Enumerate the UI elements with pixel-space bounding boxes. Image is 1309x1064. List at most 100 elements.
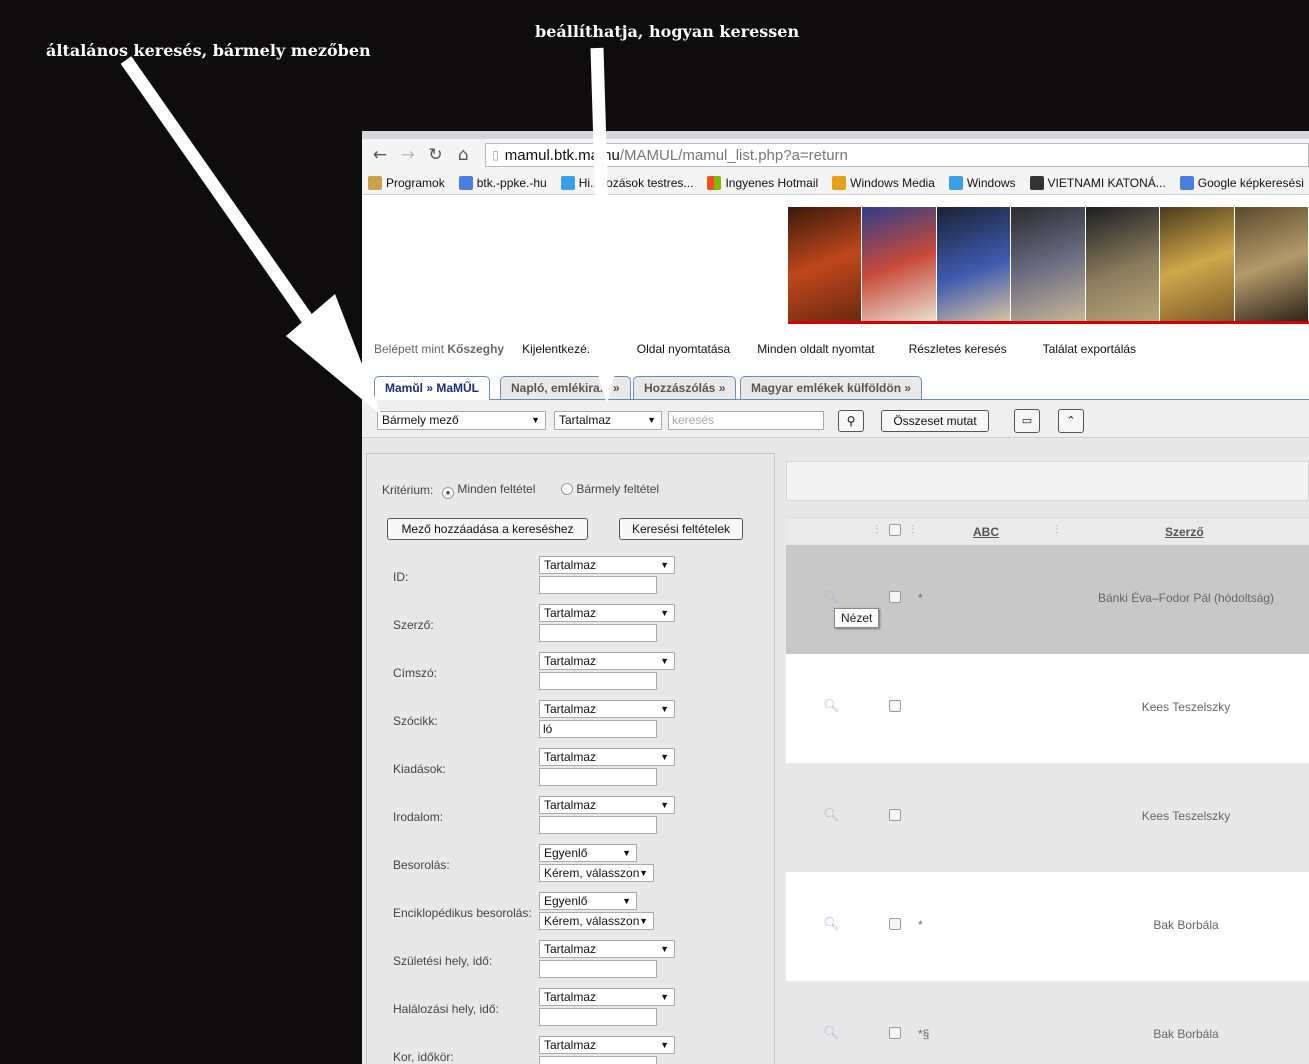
bookmark-btk[interactable]: btk.-ppke.-hu (458, 175, 547, 190)
row-checkbox[interactable] (889, 918, 901, 930)
forward-icon[interactable]: → (394, 145, 422, 165)
mode-select[interactable]: Tartalmaz ▼ (554, 411, 662, 430)
field-value-input[interactable] (539, 816, 657, 834)
show-all-button[interactable]: Összeset mutat (881, 410, 989, 432)
view-record-icon[interactable]: 🔍︎ (823, 808, 840, 823)
tab-naplo[interactable]: Napló, emlékira... » (500, 376, 631, 400)
advanced-search-link[interactable]: Részletes keresés (909, 342, 1007, 356)
dropdown-arrow-icon: ▼ (660, 608, 669, 618)
dropdown-arrow-icon: ▼ (660, 944, 669, 954)
field-value-select[interactable]: Kérem, válasszon ▼ (539, 864, 654, 882)
field-mode-value: Tartalmaz (544, 990, 597, 1004)
field-mode-select[interactable]: Tartalmaz ▼ (539, 988, 675, 1006)
search-input[interactable]: keresés (668, 411, 824, 430)
url-path: /MAMUL/mamul_list.php?a=return (619, 146, 848, 164)
search-placeholder: keresés (672, 413, 715, 427)
field-label: Enciklopédikus besorolás: (393, 906, 532, 920)
column-resize-handle[interactable]: ⋮ (908, 524, 918, 535)
field-select-value: Bármely mező (382, 413, 459, 427)
field-mode-select[interactable]: Tartalmaz ▼ (539, 796, 675, 814)
export-link[interactable]: Találat exportálás (1043, 342, 1136, 356)
field-mode-select[interactable]: Egyenlő ▼ (539, 844, 637, 862)
address-bar[interactable]: ▯ mamul.btk.m a.hu/MAMUL/mamul_list.php?a… (485, 143, 1309, 167)
column-resize-handle[interactable]: ⋮ (872, 524, 882, 535)
msn-icon (707, 175, 722, 190)
dropdown-arrow-icon: ▼ (622, 848, 631, 858)
table-row[interactable]: 🔍︎ * Bak Borbála (786, 872, 1309, 981)
field-mode-value: Tartalmaz (544, 702, 597, 716)
field-value-input[interactable] (539, 576, 657, 594)
bookmark-hivatkozasok[interactable]: Hi...kozások testres... (560, 175, 694, 190)
table-row[interactable]: 🔍︎ * Bánki Éva–Fodor Pál (hódoltság) Nézet (786, 545, 1309, 654)
row-checkbox[interactable] (889, 809, 901, 821)
print-page-link[interactable]: Oldal nyomtatása (637, 342, 730, 356)
table-row[interactable]: 🔍︎ Kees Teszelszky (786, 654, 1309, 763)
field-mode-select[interactable]: Tartalmaz ▼ (539, 1036, 675, 1054)
bookmark-programok[interactable]: Programok (368, 175, 445, 190)
add-field-button[interactable]: Mező hozzáadása a kereséshez (387, 518, 588, 540)
bookmark-label: Hi...kozások testres... (578, 175, 694, 190)
field-select[interactable]: Bármely mező ▼ (377, 411, 546, 430)
table-row[interactable]: 🔍︎ *§ Bak Borbála (786, 981, 1309, 1064)
table-row[interactable]: 🔍︎ Kees Teszelszky (786, 763, 1309, 872)
bookmark-vietnami[interactable]: VIETNAMI KATONÁ... (1029, 175, 1166, 190)
logout-link[interactable]: Kijelentkezé... (522, 342, 597, 356)
field-mode-select[interactable]: Tartalmaz ▼ (539, 556, 675, 574)
view-record-icon[interactable]: 🔍︎ (823, 699, 840, 714)
field-value-input[interactable] (539, 672, 657, 690)
field-mode-select[interactable]: Tartalmaz ▼ (539, 940, 675, 958)
tab-hozzaszolas[interactable]: Hozzászólás » (633, 376, 737, 400)
field-value-input[interactable] (539, 768, 657, 786)
print-all-link[interactable]: Minden oldalt nyomtat (757, 342, 874, 356)
criteria-any-option[interactable]: Bármely feltétel (561, 482, 659, 496)
row-checkbox[interactable] (889, 1027, 901, 1039)
bookmark-hotmail[interactable]: Ingyenes Hotmail (707, 175, 819, 190)
dropdown-arrow-icon: ▼ (639, 868, 648, 878)
view-record-icon[interactable]: 🔍︎ (823, 1026, 840, 1041)
field-label: Születési hely, idő: (393, 954, 493, 968)
field-value-input[interactable] (539, 960, 657, 978)
folder-icon (368, 175, 382, 190)
field-label: Irodalom: (393, 810, 444, 824)
select-all-checkbox[interactable] (889, 524, 901, 536)
search-conditions-button[interactable]: Keresési feltételek (619, 518, 743, 540)
column-header-abc[interactable]: ABC (973, 525, 999, 539)
field-value-input[interactable] (539, 1056, 657, 1064)
view-record-icon[interactable]: 🔍︎ (823, 917, 840, 932)
dropdown-arrow-icon: ▼ (660, 800, 669, 810)
dropdown-arrow-icon: ▼ (531, 415, 540, 425)
collapse-button[interactable]: ⌃ (1058, 409, 1084, 433)
field-mode-value: Tartalmaz (544, 1038, 597, 1052)
field-value-input[interactable]: ló (539, 720, 657, 738)
field-mode-select[interactable]: Tartalmaz ▼ (539, 652, 675, 670)
field-value-input[interactable] (539, 624, 657, 642)
dropdown-arrow-icon: ▼ (660, 704, 669, 714)
search-button[interactable]: ⚲ (838, 410, 864, 432)
home-icon[interactable]: ⌂ (449, 145, 477, 165)
field-mode-select[interactable]: Tartalmaz ▼ (539, 748, 675, 766)
dropdown-arrow-icon: ▼ (660, 752, 669, 762)
field-value-text: Kérem, válasszon (544, 866, 640, 880)
back-icon[interactable]: ← (366, 145, 394, 165)
field-mode-select[interactable]: Tartalmaz ▼ (539, 700, 675, 718)
reload-icon[interactable]: ↻ (422, 145, 450, 165)
row-checkbox[interactable] (889, 700, 901, 712)
criteria-all-option[interactable]: ● Minden feltétel (442, 482, 535, 499)
bookmark-windows[interactable]: Windows (948, 175, 1016, 190)
row-checkbox[interactable] (889, 591, 901, 603)
column-resize-handle[interactable]: ⋮ (1052, 524, 1062, 535)
bookmark-google-images[interactable]: Google képkeresési (1179, 175, 1304, 190)
panel-toggle-icon: ▭ (1021, 414, 1033, 427)
view-record-icon[interactable]: 🔍︎ (823, 590, 840, 605)
bookmark-label: Ingyenes Hotmail (725, 175, 819, 190)
field-mode-select[interactable]: Egyenlő ▼ (539, 892, 637, 910)
tab-magyar-emlekek[interactable]: Magyar emlékek külföldön » (740, 376, 923, 400)
field-mode-select[interactable]: Tartalmaz ▼ (539, 604, 675, 622)
bookmark-windows-media[interactable]: Windows Media (832, 175, 935, 190)
tab-mamul[interactable]: Mamŭl » MaMŰL (374, 376, 491, 400)
toggle-panel-button[interactable]: ▭ (1014, 409, 1040, 433)
field-value-text: Kérem, válasszon (544, 914, 640, 928)
field-value-input[interactable] (539, 1008, 657, 1026)
field-value-select[interactable]: Kérem, válasszon ▼ (539, 912, 654, 930)
column-header-author[interactable]: Szerző (1165, 525, 1204, 539)
